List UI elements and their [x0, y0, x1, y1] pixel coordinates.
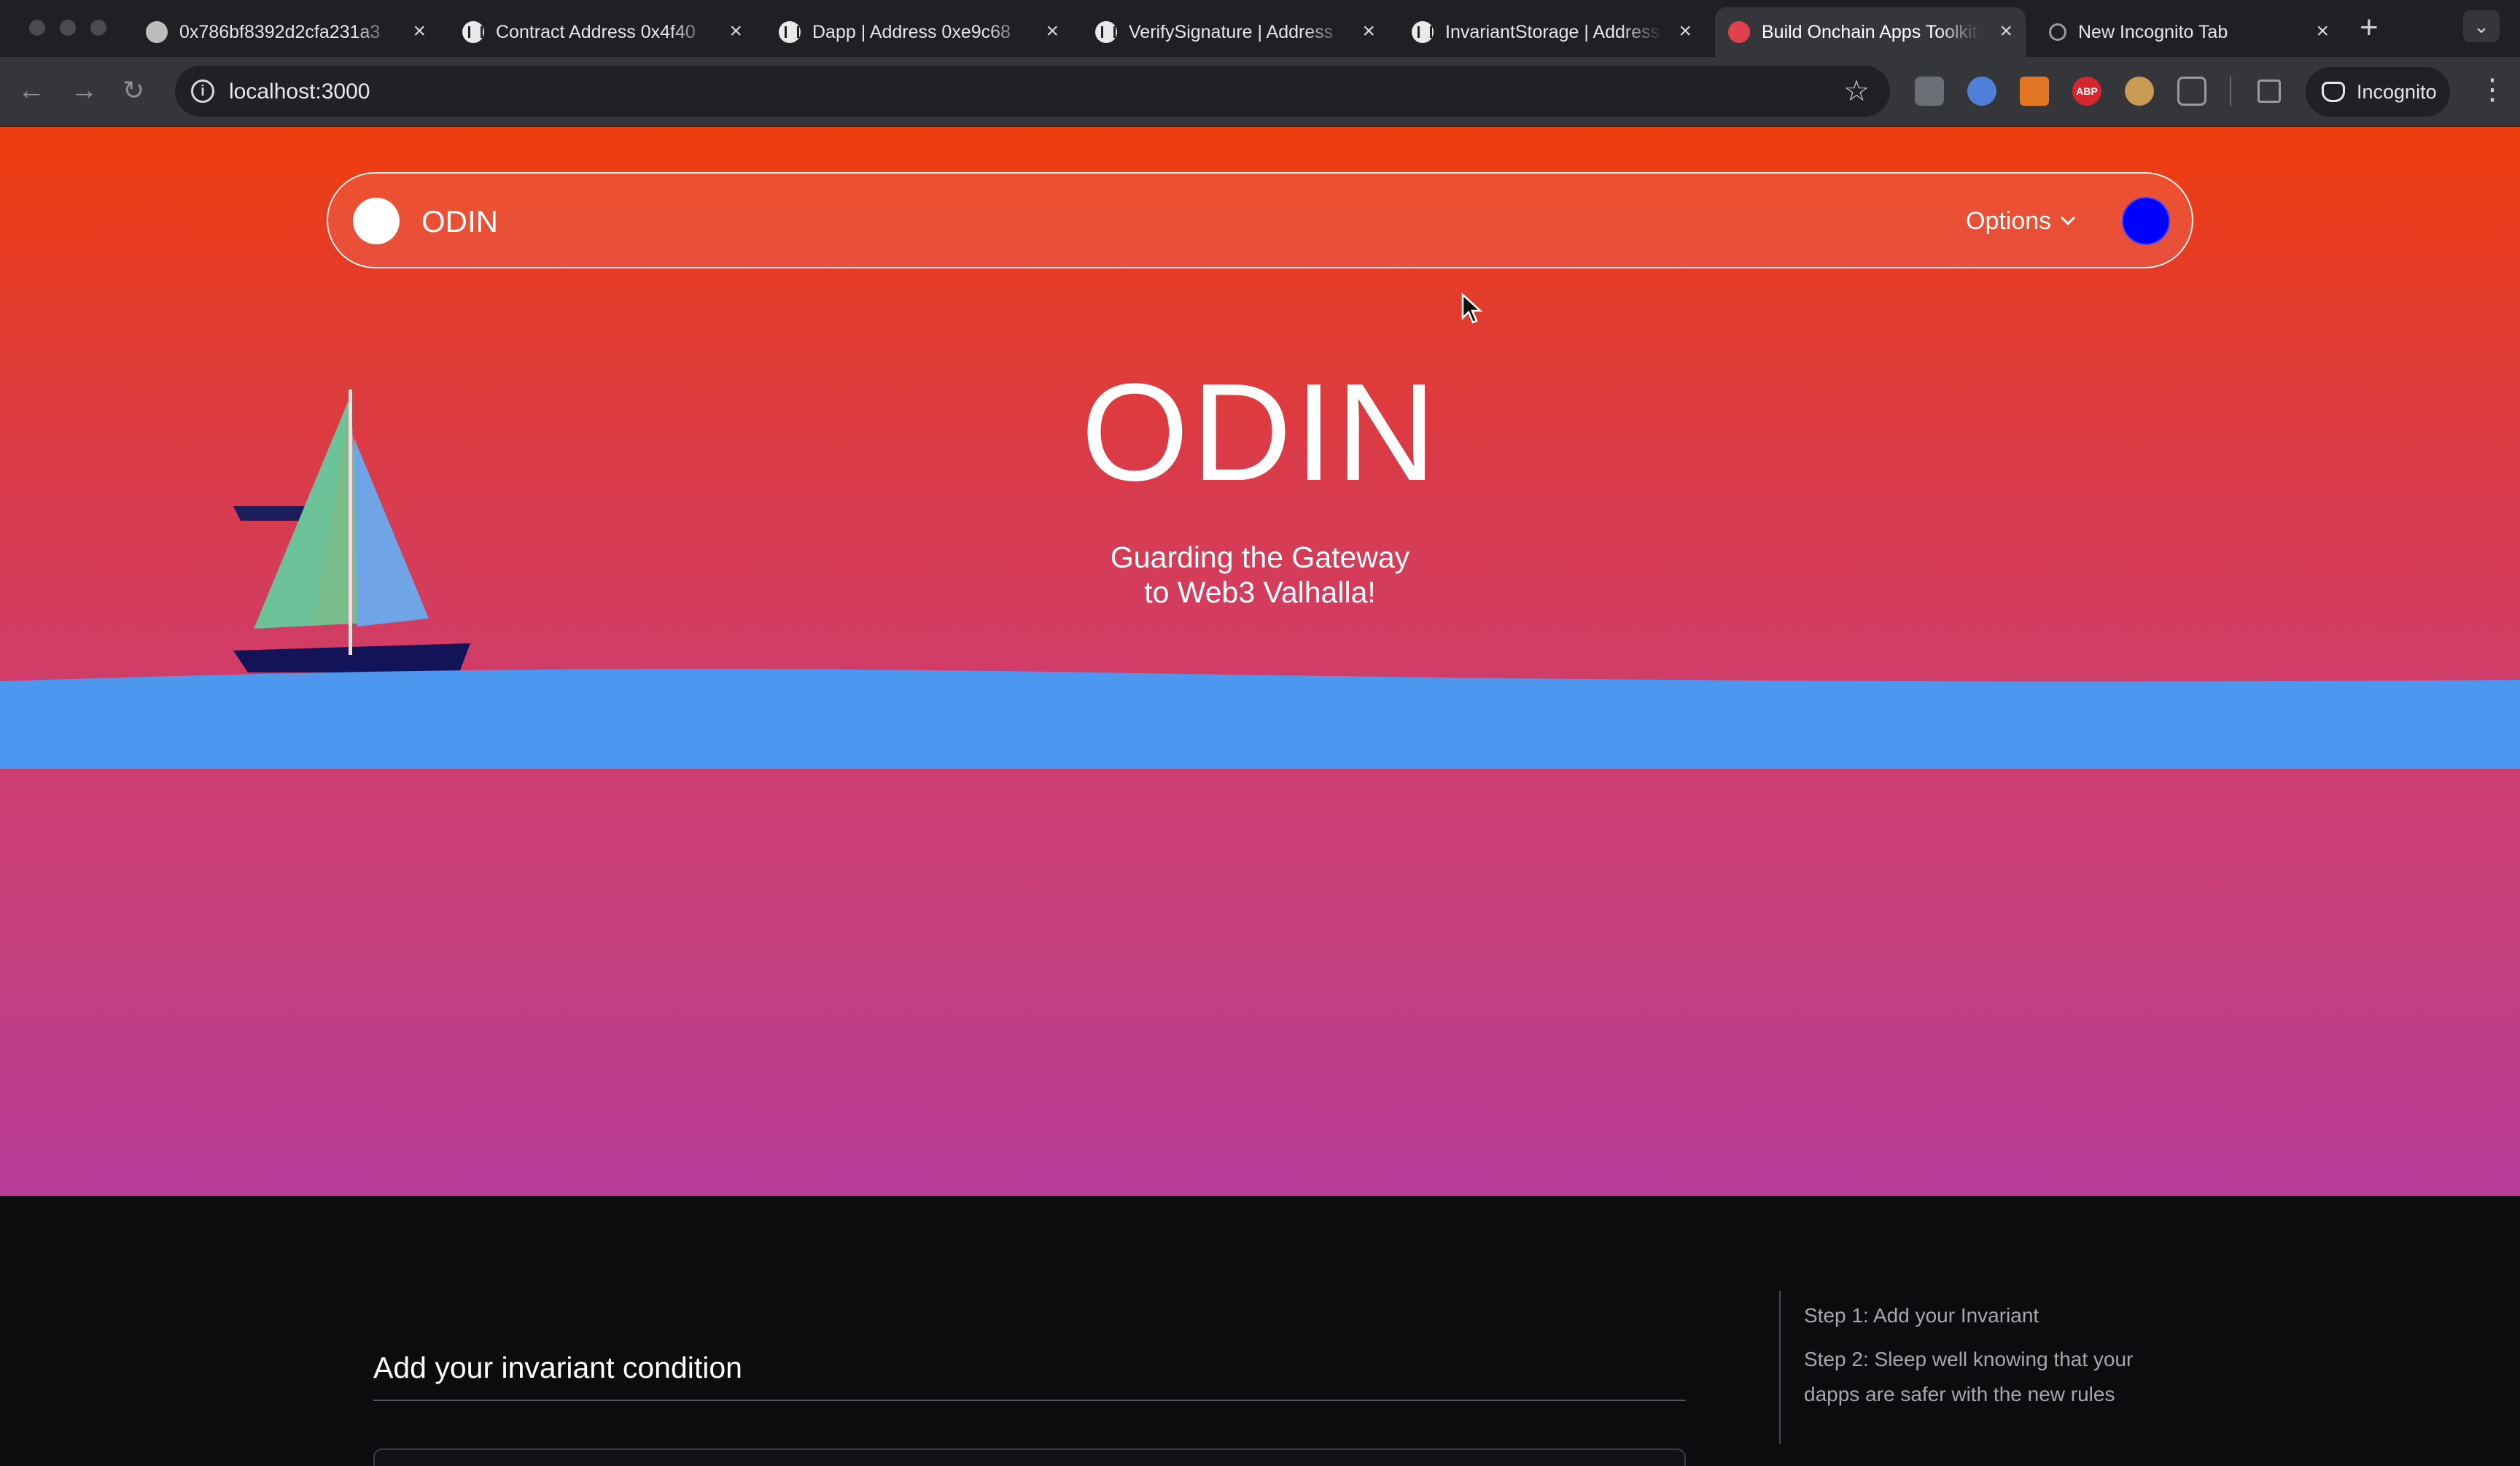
tab-title: VerifySignature | Address	[1129, 21, 1334, 42]
window-zoom-control[interactable]	[90, 20, 106, 36]
chevron-down-icon	[2061, 211, 2076, 225]
tab-title: 0x786bf8392d2cfa231a3	[179, 21, 381, 42]
address-url[interactable]: localhost:3000	[229, 79, 370, 104]
etherscan-icon	[779, 21, 801, 43]
adblock-icon[interactable]: ABP	[2072, 77, 2101, 106]
cookie-icon[interactable]	[2125, 77, 2154, 106]
bookmark-star-icon[interactable]: ☆	[1843, 74, 1870, 108]
incognito-indicator[interactable]: Incognito	[2306, 67, 2450, 117]
tab-close-icon[interactable]: ×	[1362, 20, 1375, 42]
puzzle-icon[interactable]	[2177, 77, 2206, 106]
globe-icon	[146, 21, 168, 43]
forward-arrow-icon[interactable]: →	[70, 74, 98, 106]
tab-title: New Incognito Tab	[2078, 21, 2228, 42]
tab-close-icon[interactable]: ×	[413, 20, 426, 42]
wallet-avatar[interactable]	[2122, 197, 2170, 245]
tab-title: Contract Address 0x4f40	[496, 21, 696, 42]
invariant-input[interactable]	[373, 1448, 1686, 1466]
tab-search-chevron-icon[interactable]: ⌄	[2463, 10, 2500, 42]
step-2-line-2: dapps are safer with the new rules	[1804, 1383, 2115, 1405]
incognito-label: Incognito	[2357, 81, 2437, 103]
mouse-cursor-icon	[1461, 293, 1483, 324]
site-navbar: ODIN Options	[327, 172, 2193, 268]
hero-section: ODIN Options ODIN Guarding the Gateway t…	[0, 127, 2520, 1196]
address-bar[interactable]: i localhost:3000 ☆	[175, 66, 1890, 117]
back-arrow-icon[interactable]: ←	[18, 74, 45, 106]
etherscan-icon	[1412, 21, 1434, 43]
tab-title: InvariantStorage | Address	[1445, 21, 1660, 42]
browser-tab[interactable]: New Incognito Tab ×	[2036, 7, 2342, 57]
incognito-icon	[2322, 82, 2345, 102]
step-2-text: Step 2: Sleep well knowing that your dap…	[1804, 1342, 2158, 1412]
browser-tab-bar: 0x786bf8392d2cfa231a3 × Contract Address…	[0, 0, 2520, 57]
navbar-brand[interactable]: ODIN	[421, 204, 498, 239]
tab-title: Dapp | Address 0xe9c68	[812, 21, 1011, 42]
window-close-control[interactable]	[29, 20, 45, 36]
extension-icon[interactable]	[1967, 77, 1996, 106]
tab-close-icon[interactable]: ×	[1046, 20, 1059, 42]
browser-tab[interactable]: Contract Address 0x4f40 ×	[449, 7, 755, 57]
new-tab-plus-icon[interactable]: +	[2360, 12, 2379, 44]
options-dropdown[interactable]: Options	[1966, 207, 2076, 236]
tab-close-icon[interactable]: ×	[1679, 20, 1692, 42]
browser-tab-active[interactable]: Build Onchain Apps Toolkit ×	[1715, 7, 2026, 57]
browser-tab[interactable]: InvariantStorage | Address ×	[1399, 7, 1705, 57]
red-dot-icon	[1728, 21, 1750, 43]
tab-title: Build Onchain Apps Toolkit	[1762, 21, 1978, 42]
tab-close-icon[interactable]: ×	[1999, 20, 2012, 42]
etherscan-icon	[462, 21, 484, 43]
incognito-icon	[2049, 23, 2066, 41]
step-1-text: Step 1: Add your Invariant	[1804, 1304, 2039, 1327]
tagline-line-2: to Web3 Valhalla!	[1144, 575, 1376, 609]
wave-front	[0, 681, 2520, 769]
toolbar-divider	[2230, 77, 2231, 106]
metamask-icon[interactable]	[2020, 77, 2049, 106]
step-2-line-1: Step 2: Sleep well knowing that your	[1804, 1348, 2134, 1370]
options-label: Options	[1966, 207, 2052, 235]
browser-tab[interactable]: 0x786bf8392d2cfa231a3 ×	[133, 7, 439, 57]
sea-wave	[0, 669, 2520, 769]
hero-tagline: Guarding the Gateway to Web3 Valhalla!	[1041, 540, 1479, 610]
form-divider	[373, 1400, 1686, 1401]
browser-toolbar: ← → ↻ i localhost:3000 ☆ ABP Incognito ⋮	[0, 57, 2520, 127]
tab-close-icon[interactable]: ×	[729, 20, 742, 42]
tagline-line-1: Guarding the Gateway	[1110, 540, 1410, 574]
logo-icon[interactable]	[353, 198, 400, 244]
reload-icon[interactable]: ↻	[122, 74, 144, 106]
steps-panel: Step 1: Add your Invariant Step 2: Sleep…	[1779, 1291, 2158, 1444]
browser-menu-icon[interactable]: ⋮	[2478, 73, 2507, 106]
site-info-icon[interactable]: i	[191, 79, 214, 103]
hero-title: ODIN	[1081, 355, 1439, 510]
browser-tab[interactable]: VerifySignature | Address ×	[1082, 7, 1388, 57]
tab-close-icon[interactable]: ×	[2316, 20, 2329, 42]
form-title: Add your invariant condition	[373, 1351, 742, 1384]
side-panel-icon[interactable]	[2258, 79, 2281, 103]
browser-tab[interactable]: Dapp | Address 0xe9c68 ×	[766, 7, 1072, 57]
invariant-section: Add your invariant condition Step 1: Add…	[0, 1196, 2520, 1466]
etherscan-icon	[1095, 21, 1117, 43]
window-minimize-control[interactable]	[60, 20, 76, 36]
extension-icon[interactable]	[1915, 77, 1944, 106]
